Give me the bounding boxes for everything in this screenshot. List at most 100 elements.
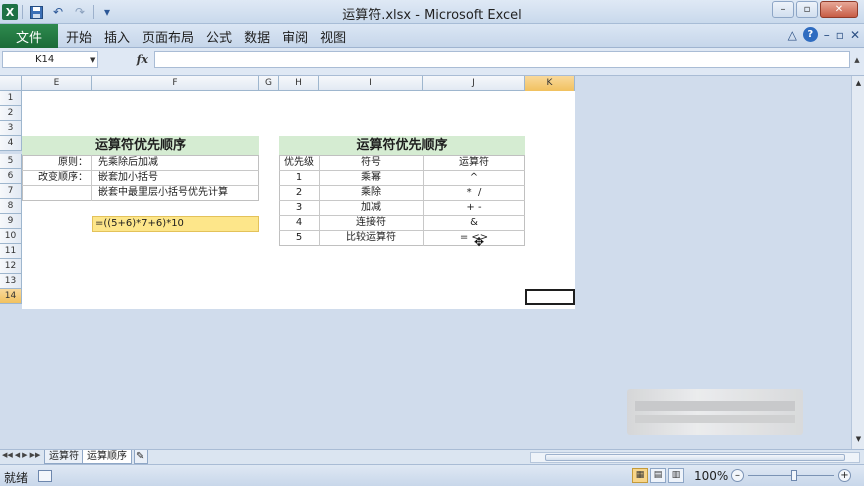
window-title: 运算符.xlsx - Microsoft Excel	[342, 8, 522, 23]
change-order-value-2: 嵌套中最里层小括号优先计算	[98, 187, 228, 198]
insert-sheet-icon[interactable]: ✎	[134, 450, 148, 464]
header-operator: 运算符	[459, 157, 489, 168]
selected-cell-k14[interactable]	[525, 289, 575, 305]
help-icon[interactable]: ?	[802, 27, 818, 42]
normal-view-icon[interactable]: ▦	[632, 468, 648, 483]
tab-page-layout[interactable]: 页面布局	[136, 27, 200, 46]
tab-insert[interactable]: 插入	[98, 27, 136, 46]
row-header[interactable]: 9	[0, 214, 22, 229]
row-header[interactable]: 1	[0, 91, 22, 106]
table-cell: 2	[295, 187, 303, 198]
row-header[interactable]: 12	[0, 259, 22, 274]
table-cell: ^	[469, 172, 479, 183]
tab-home[interactable]: 开始	[60, 27, 98, 46]
next-sheet-icon[interactable]: ▶	[22, 451, 27, 459]
formula-bar: K14 ▼ fx ▲	[0, 48, 864, 76]
header-priority: 优先级	[284, 157, 314, 168]
row-header[interactable]: 14	[0, 289, 22, 304]
row-header[interactable]: 13	[0, 274, 22, 289]
table-cell: 1	[295, 172, 303, 183]
vertical-scrollbar[interactable]: ▲ ▼	[851, 76, 864, 449]
zoom-slider-thumb[interactable]	[791, 470, 797, 481]
row-header[interactable]: 8	[0, 199, 22, 214]
sheet-tab-operators[interactable]: 运算符	[44, 450, 84, 464]
row-header[interactable]: 7	[0, 184, 22, 199]
zoom-level[interactable]: 100%	[694, 469, 728, 483]
row-header[interactable]: 6	[0, 169, 22, 184]
principle-value: 先乘除后加减	[98, 157, 158, 168]
table-cell: + -	[466, 202, 482, 213]
tab-data[interactable]: 数据	[238, 27, 276, 46]
table-cell: 连接符	[356, 217, 386, 228]
horizontal-scroll-thumb[interactable]	[545, 454, 845, 461]
workbook-restore-icon[interactable]: ▫	[836, 28, 844, 42]
expand-formula-bar-icon[interactable]: ▲	[852, 51, 862, 68]
name-box-dropdown-icon[interactable]: ▼	[90, 56, 95, 64]
column-header-i[interactable]: I	[319, 76, 423, 91]
scroll-down-icon[interactable]: ▼	[853, 434, 864, 445]
status-ready: 就绪	[4, 471, 29, 485]
ribbon-right-controls: △ ? – ▫ ✕	[788, 27, 860, 42]
horizontal-scrollbar[interactable]	[530, 452, 860, 463]
page-layout-view-icon[interactable]: ▤	[650, 468, 666, 483]
table-cell: 3	[295, 202, 303, 213]
table-cell: 比较运算符	[346, 232, 396, 243]
close-button[interactable]: ✕	[820, 1, 858, 18]
sheet-navigation: ◀◀ ◀ ▶ ▶▶	[2, 451, 40, 459]
column-header-k[interactable]: K	[525, 76, 575, 91]
cell-grid[interactable]: 运算符优先顺序 原则： 先乘除后加减 改变顺序： 嵌套加小括号 嵌套中最里层小括…	[22, 91, 575, 309]
formula-input[interactable]	[154, 51, 850, 68]
table-cell: * /	[466, 187, 482, 198]
column-header-g[interactable]: G	[259, 76, 279, 91]
tab-file[interactable]: 文件	[0, 24, 58, 48]
tab-formulas[interactable]: 公式	[200, 27, 238, 46]
table-cell: 5	[295, 232, 303, 243]
formula-example-cell[interactable]: =((5+6)*7+6)*10	[92, 216, 259, 232]
change-order-label: 改变顺序：	[38, 172, 88, 183]
minimize-button[interactable]: –	[772, 1, 794, 18]
table-cell: 乘除	[361, 187, 381, 198]
prev-sheet-icon[interactable]: ◀	[15, 451, 20, 459]
header-symbol: 符号	[361, 157, 381, 168]
row-header[interactable]: 10	[0, 229, 22, 244]
zoom-out-button[interactable]: –	[731, 469, 744, 482]
left-table-title: 运算符优先顺序	[22, 136, 259, 155]
table-cell: 4	[295, 217, 303, 228]
row-header[interactable]: 2	[0, 106, 22, 121]
scroll-up-icon[interactable]: ▲	[853, 78, 864, 89]
zoom-in-button[interactable]: +	[838, 469, 851, 482]
page-break-view-icon[interactable]: ▥	[668, 468, 684, 483]
tab-view[interactable]: 视图	[314, 27, 352, 46]
macro-record-icon[interactable]	[38, 470, 52, 482]
title-bar: X ↶ ↷ ▾ 运算符.xlsx - Microsoft Excel – ▫ ✕	[0, 0, 864, 24]
blurred-watermark	[627, 389, 803, 435]
workbook-minimize-icon[interactable]: –	[824, 28, 830, 42]
fx-area: fx	[104, 51, 152, 68]
workbook-close-icon[interactable]: ✕	[850, 28, 860, 42]
row-header[interactable]: 11	[0, 244, 22, 259]
last-sheet-icon[interactable]: ▶▶	[30, 451, 41, 459]
sheet-tab-order[interactable]: 运算顺序	[82, 450, 132, 464]
column-header-f[interactable]: F	[92, 76, 259, 91]
ribbon-tabs: 文件 开始 插入 页面布局 公式 数据 审阅 视图 △ ? – ▫ ✕	[0, 24, 864, 48]
column-header-j[interactable]: J	[423, 76, 525, 91]
first-sheet-icon[interactable]: ◀◀	[2, 451, 13, 459]
tab-review[interactable]: 审阅	[276, 27, 314, 46]
table-cell: &	[470, 217, 478, 228]
divider	[91, 155, 92, 201]
minimize-ribbon-icon[interactable]: △	[788, 28, 797, 42]
mouse-cursor-icon: ✥	[474, 235, 485, 249]
restore-button[interactable]: ▫	[796, 1, 818, 18]
name-box[interactable]: K14	[2, 51, 98, 68]
insert-function-icon[interactable]: fx	[137, 53, 148, 66]
window-controls: – ▫ ✕	[772, 1, 858, 18]
principle-label: 原则：	[58, 157, 88, 168]
select-all-corner[interactable]	[0, 76, 22, 91]
column-header-e[interactable]: E	[22, 76, 92, 91]
row-header[interactable]: 3	[0, 121, 22, 136]
table-cell: 加减	[361, 202, 381, 213]
sheet-tab-bar: ◀◀ ◀ ▶ ▶▶ 运算符 运算顺序 ✎	[0, 449, 864, 464]
row-header[interactable]: 5	[0, 154, 22, 169]
row-header[interactable]: 4	[0, 136, 22, 151]
column-header-h[interactable]: H	[279, 76, 319, 91]
